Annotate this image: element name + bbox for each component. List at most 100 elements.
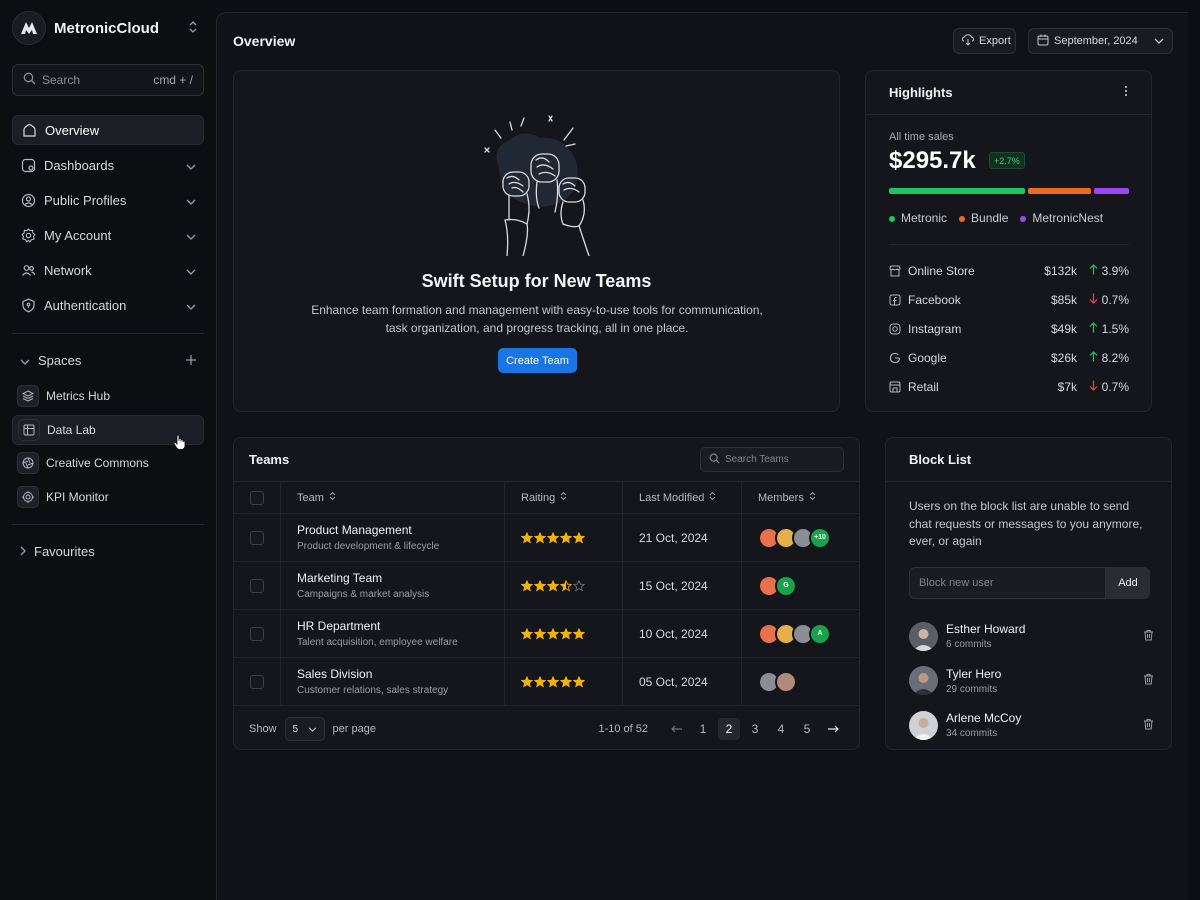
member-avatars[interactable]: G — [758, 574, 797, 597]
more-vertical-icon[interactable] — [1124, 85, 1128, 100]
favourites-header[interactable]: Favourites — [12, 542, 204, 560]
row-checkbox[interactable] — [250, 578, 264, 593]
row-checkbox[interactable] — [250, 626, 264, 641]
sales-legend: Metronic Bundle MetronicNest — [889, 211, 1103, 225]
list-item: Esther Howard 6 commits — [909, 614, 1154, 659]
star-icon — [547, 579, 559, 591]
teams-search-input[interactable]: Search Teams — [700, 447, 844, 472]
create-team-button[interactable]: Create Team — [498, 348, 577, 373]
store-icon — [889, 264, 902, 277]
sidebar-item-overview[interactable]: Overview — [12, 115, 204, 145]
teams-table: Team Raiting Last Modified Members Produ… — [234, 482, 860, 706]
member-avatars[interactable]: A — [758, 622, 831, 645]
select-all-checkbox[interactable] — [250, 490, 264, 505]
table-row[interactable]: Sales Division Customer relations, sales … — [234, 658, 860, 706]
download-icon — [961, 33, 975, 49]
trash-icon[interactable] — [1143, 629, 1154, 644]
sidebar-nav: Overview Dashboards Public Profiles My A… — [12, 115, 204, 325]
channel-row: Retail $7k 0.7% — [889, 372, 1129, 401]
highlights-subtitle: All time sales — [889, 131, 954, 143]
main-panel: Overview Export September, 2024 Swift Se… — [216, 12, 1188, 900]
sort-icon — [560, 491, 567, 504]
export-button[interactable]: Export — [953, 28, 1016, 54]
page-title: Overview — [233, 33, 296, 49]
column-rating[interactable]: Raiting — [505, 482, 623, 513]
raised-fists-illustration — [479, 108, 599, 259]
space-item-metrics-hub[interactable]: Metrics Hub — [12, 381, 204, 411]
hand-cursor-icon — [173, 434, 187, 454]
chevron-updown-icon[interactable] — [188, 20, 198, 37]
brand-logo — [12, 11, 46, 45]
list-item: Arlene McCoy 34 commits — [909, 703, 1154, 748]
rating-stars — [521, 579, 585, 592]
page-range: 1-10 of 52 — [598, 723, 648, 735]
teams-header: Teams Search Teams — [234, 438, 859, 482]
block-user-input[interactable]: Block new user — [909, 567, 1106, 599]
sidebar-item-network[interactable]: Network — [12, 255, 204, 285]
table-row[interactable]: HR Department Talent acquisition, employe… — [234, 610, 860, 658]
rating-stars — [521, 675, 585, 688]
calendar-icon — [1037, 34, 1049, 49]
highlights-header: Highlights — [866, 71, 1151, 115]
star-icon — [521, 627, 533, 639]
page-4[interactable]: 4 — [770, 718, 792, 740]
hero-description: Enhance team formation and management wi… — [311, 303, 763, 335]
add-space-icon[interactable] — [186, 353, 196, 368]
sidebar-item-my-account[interactable]: My Account — [12, 220, 204, 250]
gear-icon — [20, 227, 36, 243]
channel-row: Facebook $85k 0.7% — [889, 285, 1129, 314]
rating-stars — [521, 627, 585, 640]
page-2-current[interactable]: 2 — [718, 718, 740, 740]
list-item: Tyler Hero 29 commits — [909, 659, 1154, 704]
date-picker[interactable]: September, 2024 — [1028, 28, 1173, 54]
row-checkbox[interactable] — [250, 530, 264, 545]
chevron-down-icon — [1154, 35, 1164, 47]
star-icon — [573, 627, 585, 639]
space-item-kpi-monitor[interactable]: KPI Monitor — [12, 482, 204, 512]
sidebar-item-dashboards[interactable]: Dashboards — [12, 150, 204, 180]
channel-row: Google $26k 8.2% — [889, 343, 1129, 372]
google-icon — [889, 351, 902, 364]
trash-icon[interactable] — [1143, 718, 1154, 733]
per-page-select[interactable]: 5 — [284, 717, 325, 741]
star-icon — [560, 579, 572, 591]
facebook-icon — [889, 293, 902, 306]
add-block-button[interactable]: Add — [1106, 567, 1150, 599]
share-segment — [1028, 188, 1091, 194]
channel-row: Online Store $132k 3.9% — [889, 256, 1129, 285]
chevron-down-icon — [186, 263, 196, 278]
star-icon — [573, 579, 585, 591]
chevron-down-icon — [186, 158, 196, 173]
table-row[interactable]: Marketing Team Campaigns & market analysi… — [234, 562, 860, 610]
member-avatars[interactable] — [758, 670, 797, 693]
column-members[interactable]: Members — [742, 482, 860, 513]
sidebar-item-authentication[interactable]: Authentication — [12, 290, 204, 320]
chevron-down-icon — [308, 724, 317, 735]
rating-stars — [521, 531, 585, 544]
column-team[interactable]: Team — [281, 482, 505, 513]
page-1[interactable]: 1 — [692, 718, 714, 740]
arrow-up-icon — [1089, 350, 1098, 365]
next-page-arrow-icon[interactable] — [822, 718, 844, 740]
star-icon — [521, 531, 533, 543]
search-icon — [23, 72, 36, 88]
page-3[interactable]: 3 — [744, 718, 766, 740]
brand-switcher[interactable]: MetronicCloud — [12, 11, 204, 45]
column-last-modified[interactable]: Last Modified — [623, 482, 742, 513]
arrow-up-icon — [1089, 263, 1098, 278]
spaces-header[interactable]: Spaces — [12, 350, 204, 370]
profile-icon — [20, 192, 36, 208]
member-avatars[interactable]: +10 — [758, 526, 831, 549]
table-row[interactable]: Product Management Product development & … — [234, 514, 860, 562]
prev-page-arrow-icon[interactable] — [666, 718, 688, 740]
instagram-icon — [889, 322, 902, 335]
channel-row: Instagram $49k 1.5% — [889, 314, 1129, 343]
row-checkbox[interactable] — [250, 674, 264, 689]
table-footer: Show 5 per page 1-10 of 52 1 2 3 4 5 — [249, 717, 844, 741]
trash-icon[interactable] — [1143, 673, 1154, 688]
page-5[interactable]: 5 — [796, 718, 818, 740]
sidebar-search[interactable]: Search cmd + / — [12, 64, 204, 96]
arrow-down-icon — [1089, 293, 1098, 307]
retail-icon — [889, 380, 902, 393]
sidebar-item-public-profiles[interactable]: Public Profiles — [12, 185, 204, 215]
